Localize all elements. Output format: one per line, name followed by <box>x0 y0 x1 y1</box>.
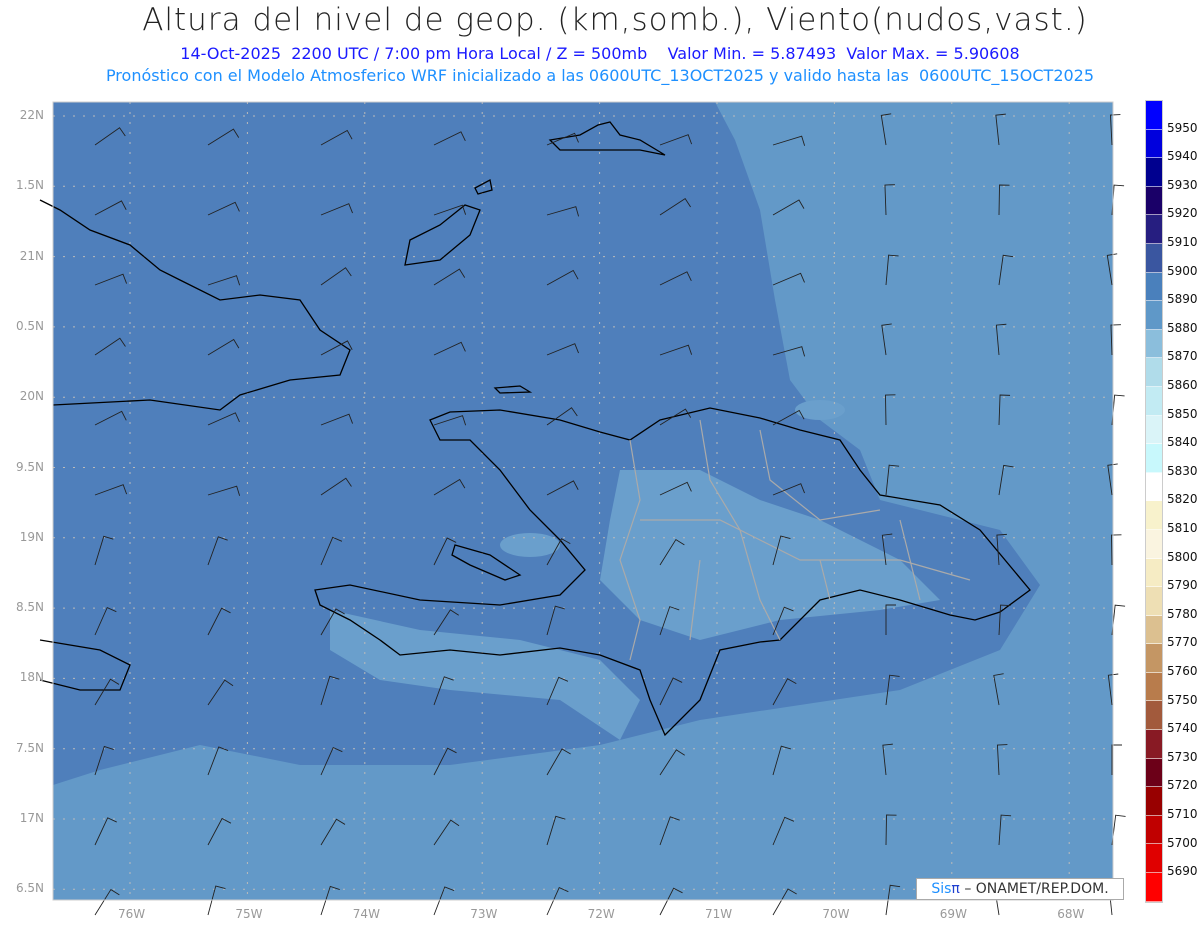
colorbar-segment <box>1146 501 1162 530</box>
colorbar-label: 5940 <box>1167 149 1198 164</box>
colorbar-segment <box>1146 329 1162 359</box>
lon-label: 76W <box>118 907 146 921</box>
colorbar-label: 5710 <box>1167 807 1198 821</box>
colorbar-label: 5750 <box>1167 692 1198 707</box>
colorbar-segment <box>1146 644 1162 673</box>
lon-label: 70W <box>822 907 850 921</box>
colorbar-label: 5800 <box>1167 549 1198 564</box>
colorbar-label: 5810 <box>1167 521 1198 535</box>
lat-label: 9.5N <box>15 459 44 474</box>
colorbar-label: 5890 <box>1167 292 1198 307</box>
colorbar-segment <box>1146 472 1162 502</box>
lat-label: 22N <box>19 108 44 122</box>
colorbar-label: 5910 <box>1167 235 1198 249</box>
colorbar-segment <box>1146 158 1162 187</box>
lat-label: 1.5N <box>15 178 44 193</box>
colorbar-label: 5770 <box>1167 635 1198 650</box>
colorbar-segment <box>1146 787 1162 816</box>
lat-label: 20N <box>19 389 44 404</box>
wind-barb <box>1111 184 1125 216</box>
colorbar-label: 5860 <box>1167 378 1198 392</box>
colorbar-segment <box>1146 215 1162 244</box>
colorbar-segment <box>1146 101 1162 130</box>
lon-label: 69W <box>939 907 967 921</box>
colorbar-segment <box>1146 587 1162 616</box>
lat-label: 18N <box>19 670 44 685</box>
lat-label: 0.5N <box>15 318 44 333</box>
colorbar-label: 5830 <box>1167 463 1198 478</box>
lon-label: 75W <box>235 907 263 921</box>
colorbar-segment <box>1146 129 1162 159</box>
map-canvas <box>39 101 1126 916</box>
logo-brand: Sis <box>931 881 952 897</box>
lon-label: 72W <box>587 907 615 921</box>
colorbar-label: 5720 <box>1167 778 1198 793</box>
colorbar-label: 5850 <box>1167 406 1198 421</box>
wind-barb <box>1111 604 1126 636</box>
colorbar-label: 5950 <box>1167 120 1198 135</box>
colorbar-label: 5790 <box>1167 578 1198 593</box>
colorbar-label: 5840 <box>1167 435 1198 450</box>
lon-label: 71W <box>705 907 733 921</box>
colorbar-label: 5900 <box>1167 263 1198 278</box>
lon-label: 74W <box>352 907 380 921</box>
logo-text: – ONAMET/REP.DOM. <box>964 881 1109 897</box>
colorbar-label: 5880 <box>1167 320 1198 335</box>
colorbar-segment <box>1146 386 1162 416</box>
colorbar-label: 5760 <box>1167 664 1198 678</box>
colorbar-label: 5780 <box>1167 606 1198 621</box>
colorbar-segment <box>1146 272 1162 302</box>
colorbar-label: 5870 <box>1167 349 1198 364</box>
colorbar-segment <box>1146 415 1162 445</box>
colorbar-label: 5690 <box>1167 864 1198 879</box>
lat-label: 17N <box>19 811 44 825</box>
colorbar-segment <box>1146 615 1162 645</box>
wind-barb <box>1111 394 1125 426</box>
colorbar-segment <box>1146 873 1162 902</box>
colorbar-segment <box>1146 529 1162 559</box>
lon-label: 68W <box>1057 907 1085 921</box>
lon-label: 73W <box>470 907 498 921</box>
colorbar <box>1145 100 1163 903</box>
wind-barb <box>1111 814 1126 846</box>
colorbar-segment <box>1146 301 1162 330</box>
colorbar-segment <box>1146 243 1162 273</box>
colorbar-label: 5930 <box>1167 177 1198 192</box>
lat-label: 8.5N <box>15 600 44 615</box>
lat-label: 7.5N <box>15 740 44 755</box>
logo-onamet: Sisπ – ONAMET/REP.DOM. <box>916 878 1124 900</box>
colorbar-segment <box>1146 701 1162 731</box>
colorbar-segment <box>1146 730 1162 759</box>
lat-label: 19N <box>19 529 44 544</box>
colorbar-segment <box>1146 444 1162 473</box>
colorbar-label: 5920 <box>1167 206 1198 221</box>
colorbar-segment <box>1146 558 1162 588</box>
colorbar-label: 5820 <box>1167 492 1198 507</box>
colorbar-segment <box>1146 815 1162 845</box>
colorbar-label: 5740 <box>1167 721 1198 736</box>
lat-label: 6.5N <box>15 881 44 896</box>
colorbar-segment <box>1146 358 1162 387</box>
logo-pi: π <box>951 881 960 897</box>
colorbar-label: 5700 <box>1167 835 1198 850</box>
colorbar-segment <box>1146 758 1162 788</box>
colorbar-segment <box>1146 844 1162 874</box>
colorbar-label: 5730 <box>1167 749 1198 764</box>
colorbar-segment <box>1146 672 1162 702</box>
colorbar-segment <box>1146 186 1162 216</box>
lat-label: 21N <box>19 248 44 263</box>
